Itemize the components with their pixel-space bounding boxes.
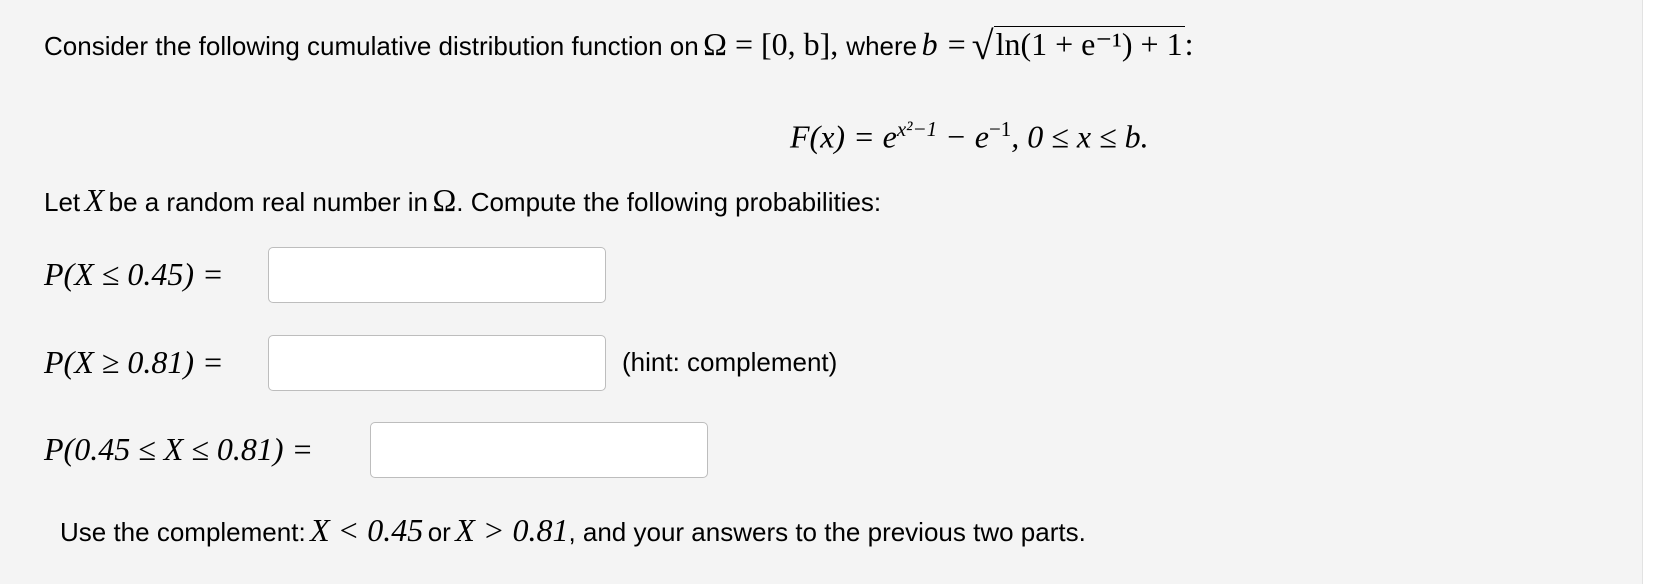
answer-input-1[interactable] xyxy=(268,247,606,303)
intro-lead: Consider the following cumulative distri… xyxy=(44,31,699,61)
formula-exp1: x²−1 xyxy=(896,117,938,141)
formula-mid: − e xyxy=(937,118,989,155)
formula-rhs: , 0 ≤ x ≤ b. xyxy=(1011,118,1149,155)
instruction-mid: be a random real number in xyxy=(108,187,429,217)
footer-lead: Use the complement: xyxy=(60,517,306,547)
footer-or: or xyxy=(427,517,451,547)
sqrt-icon: √ xyxy=(971,23,994,68)
question-2-label: P(X ≥ 0.81) = xyxy=(44,344,224,380)
footer-end: , and your answers to the previous two p… xyxy=(568,517,1086,547)
instruction-x: X xyxy=(84,182,105,218)
intro-line: Consider the following cumulative distri… xyxy=(44,22,1194,68)
instruction-omega: Ω xyxy=(432,182,457,218)
footer-note: Use the complement: X < 0.45 or X > 0.81… xyxy=(60,508,1086,552)
intro-colon: : xyxy=(1184,26,1194,62)
cdf-formula: F(x) = ex²−1 − e−1, 0 ≤ x ≤ b. xyxy=(790,104,1149,155)
instruction-end: . Compute the following probabilities: xyxy=(456,187,882,217)
intro-where: where xyxy=(846,31,918,61)
instruction-line: Let X be a random real number in Ω. Comp… xyxy=(44,178,881,222)
answer-input-3[interactable] xyxy=(370,422,708,478)
question-1-label: P(X ≤ 0.45) = xyxy=(44,256,224,292)
formula-lhs: F(x) = e xyxy=(790,118,897,155)
question-3-label: P(0.45 ≤ X ≤ 0.81) = xyxy=(44,431,314,467)
intro-b-eq: b = xyxy=(921,26,968,62)
question-panel: Consider the following cumulative distri… xyxy=(0,0,1643,584)
answer-input-2[interactable] xyxy=(268,335,606,391)
hint-text: (hint: complement) xyxy=(622,347,838,377)
instruction-let: Let xyxy=(44,187,81,217)
intro-domain: = [0, b], xyxy=(726,26,847,62)
sqrt-radicand: ln(1 + e⁻¹) + 1 xyxy=(993,26,1185,62)
formula-exp2: −1 xyxy=(988,117,1012,141)
sqrt-expression: √ln(1 + e⁻¹) + 1 xyxy=(972,24,1185,73)
footer-math-1: X < 0.45 xyxy=(310,512,424,548)
footer-math-2: X > 0.81 xyxy=(455,512,569,548)
intro-omega: Ω xyxy=(703,26,727,62)
